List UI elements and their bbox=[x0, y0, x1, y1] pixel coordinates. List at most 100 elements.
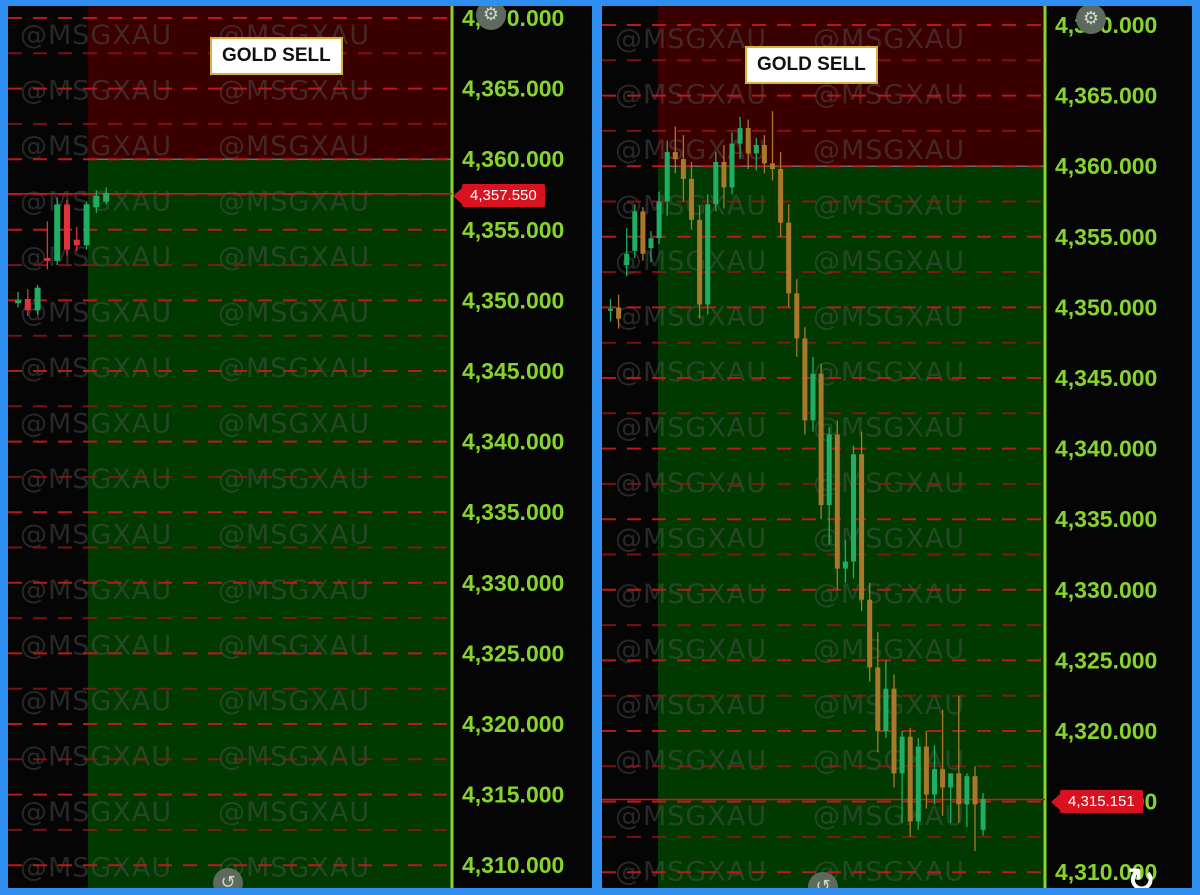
candle bbox=[83, 201, 90, 250]
candle-body bbox=[648, 238, 654, 249]
candle-body bbox=[672, 152, 678, 160]
candle-body bbox=[640, 211, 646, 254]
watermark-text: @MSGXAU bbox=[813, 579, 965, 610]
watermark-text: @MSGXAU bbox=[218, 353, 370, 384]
candle-body bbox=[980, 798, 986, 830]
watermark-text: @MSGXAU bbox=[20, 686, 172, 717]
candle-body bbox=[608, 308, 613, 311]
candle-body bbox=[753, 145, 759, 154]
candle-body bbox=[83, 204, 90, 246]
watermark-text: @MSGXAU bbox=[813, 135, 965, 166]
candle bbox=[802, 327, 808, 435]
watermark-text: @MSGXAU bbox=[20, 464, 172, 495]
watermark-text: @MSGXAU bbox=[615, 579, 767, 610]
y-tick-label: 4,335.000 bbox=[462, 499, 564, 525]
watermark-text: @MSGXAU bbox=[218, 242, 370, 273]
candle-body bbox=[632, 211, 638, 251]
candle-body bbox=[786, 222, 792, 294]
candle-body bbox=[737, 128, 743, 144]
refresh-icon[interactable]: ↻ bbox=[1127, 861, 1156, 888]
candle-body bbox=[664, 152, 670, 202]
watermark-text: @MSGXAU bbox=[218, 520, 370, 551]
candle bbox=[859, 431, 865, 611]
watermark-text: @MSGXAU bbox=[20, 631, 172, 662]
watermark-text: @MSGXAU bbox=[615, 690, 767, 721]
candle-body bbox=[93, 195, 100, 208]
watermark-text: @MSGXAU bbox=[218, 131, 370, 162]
y-tick-label: 4,330.000 bbox=[462, 570, 564, 596]
candle bbox=[818, 363, 824, 520]
candle-body bbox=[834, 434, 840, 569]
chart-title-right: GOLD SELL bbox=[745, 46, 878, 84]
candle-body bbox=[891, 688, 897, 774]
watermark-text: @MSGXAU bbox=[218, 187, 370, 218]
candle-body bbox=[883, 688, 889, 731]
candle-body bbox=[818, 373, 824, 506]
candle-body bbox=[875, 667, 881, 731]
candle-body bbox=[932, 769, 937, 795]
watermark-text: @MSGXAU bbox=[218, 464, 370, 495]
candle bbox=[64, 200, 70, 256]
watermark-text: @MSGXAU bbox=[218, 298, 370, 329]
candle bbox=[54, 197, 61, 266]
watermark-text: @MSGXAU bbox=[20, 76, 172, 107]
candle-body bbox=[729, 143, 735, 188]
candle-body bbox=[44, 258, 51, 261]
candle-body bbox=[867, 599, 873, 668]
y-tick-label: 4,335.000 bbox=[1055, 506, 1157, 532]
candle bbox=[697, 205, 703, 319]
candle bbox=[632, 204, 638, 258]
candle-body bbox=[689, 178, 694, 220]
watermark-text: @MSGXAU bbox=[20, 298, 172, 329]
chart-panel-right: @MSGXAU @MSGXAU @MSGXAU @MSGXAU @MSGXAU @MSGX… bbox=[602, 6, 1192, 888]
candle-body bbox=[948, 773, 954, 788]
chart-svg-right: @MSGXAU @MSGXAU @MSGXAU @MSGXAU @MSGXAU @MSGX… bbox=[602, 6, 1157, 888]
y-tick-label: 4,340.000 bbox=[1055, 436, 1157, 462]
candle-body bbox=[745, 128, 751, 154]
y-tick-label: 4,320.000 bbox=[1055, 718, 1157, 744]
watermark-text: @MSGXAU bbox=[218, 631, 370, 662]
watermark-text: @MSGXAU bbox=[218, 76, 370, 107]
y-tick-label: 4,325.000 bbox=[1055, 647, 1157, 673]
chart-title-left: GOLD SELL bbox=[210, 37, 343, 75]
watermark-text: @MSGXAU bbox=[20, 797, 172, 828]
candle-body bbox=[616, 307, 622, 319]
y-tick-label: 4,320.000 bbox=[462, 711, 564, 737]
candle-body bbox=[972, 776, 978, 805]
candle bbox=[851, 445, 856, 579]
watermark-text: @MSGXAU bbox=[218, 797, 370, 828]
watermark-text: @MSGXAU bbox=[20, 242, 172, 273]
watermark-text: @MSGXAU bbox=[20, 131, 172, 162]
y-tick-label: 4,310.000 bbox=[462, 852, 564, 878]
watermark-text: @MSGXAU bbox=[218, 742, 370, 773]
y-tick-label: 4,350.000 bbox=[1055, 294, 1157, 320]
candle-body bbox=[721, 161, 727, 188]
candle-body bbox=[842, 561, 848, 569]
watermark-text: @MSGXAU bbox=[20, 20, 172, 51]
chart-svg-left: @MSGXAU @MSGXAU @MSGXAU @MSGXAU @MSGXAU @MSGX… bbox=[8, 6, 564, 888]
candle-body bbox=[907, 736, 913, 822]
candle bbox=[907, 728, 913, 837]
candle-body bbox=[802, 338, 808, 421]
candle-body bbox=[826, 434, 832, 506]
candle bbox=[34, 284, 41, 315]
watermark-text: @MSGXAU bbox=[615, 746, 767, 777]
candle bbox=[891, 674, 897, 788]
y-tick-label: 4,330.000 bbox=[1055, 577, 1157, 603]
current-price-tag-right: 4,315.151 bbox=[1051, 790, 1143, 813]
candle-body bbox=[940, 769, 946, 788]
candle-body bbox=[54, 204, 61, 261]
candle-body bbox=[899, 736, 905, 774]
candle-body bbox=[915, 746, 921, 822]
candle-body bbox=[770, 163, 775, 170]
watermark-text: @MSGXAU bbox=[218, 575, 370, 606]
candle bbox=[980, 793, 986, 836]
watermark-text: @MSGXAU bbox=[20, 520, 172, 551]
candle bbox=[640, 207, 646, 261]
candle-body bbox=[73, 239, 80, 246]
candle-body bbox=[851, 454, 856, 562]
watermark-text: @MSGXAU bbox=[20, 353, 172, 384]
y-tick-label: 4,340.000 bbox=[462, 429, 564, 455]
candle-body bbox=[956, 773, 962, 805]
candle bbox=[705, 194, 711, 315]
